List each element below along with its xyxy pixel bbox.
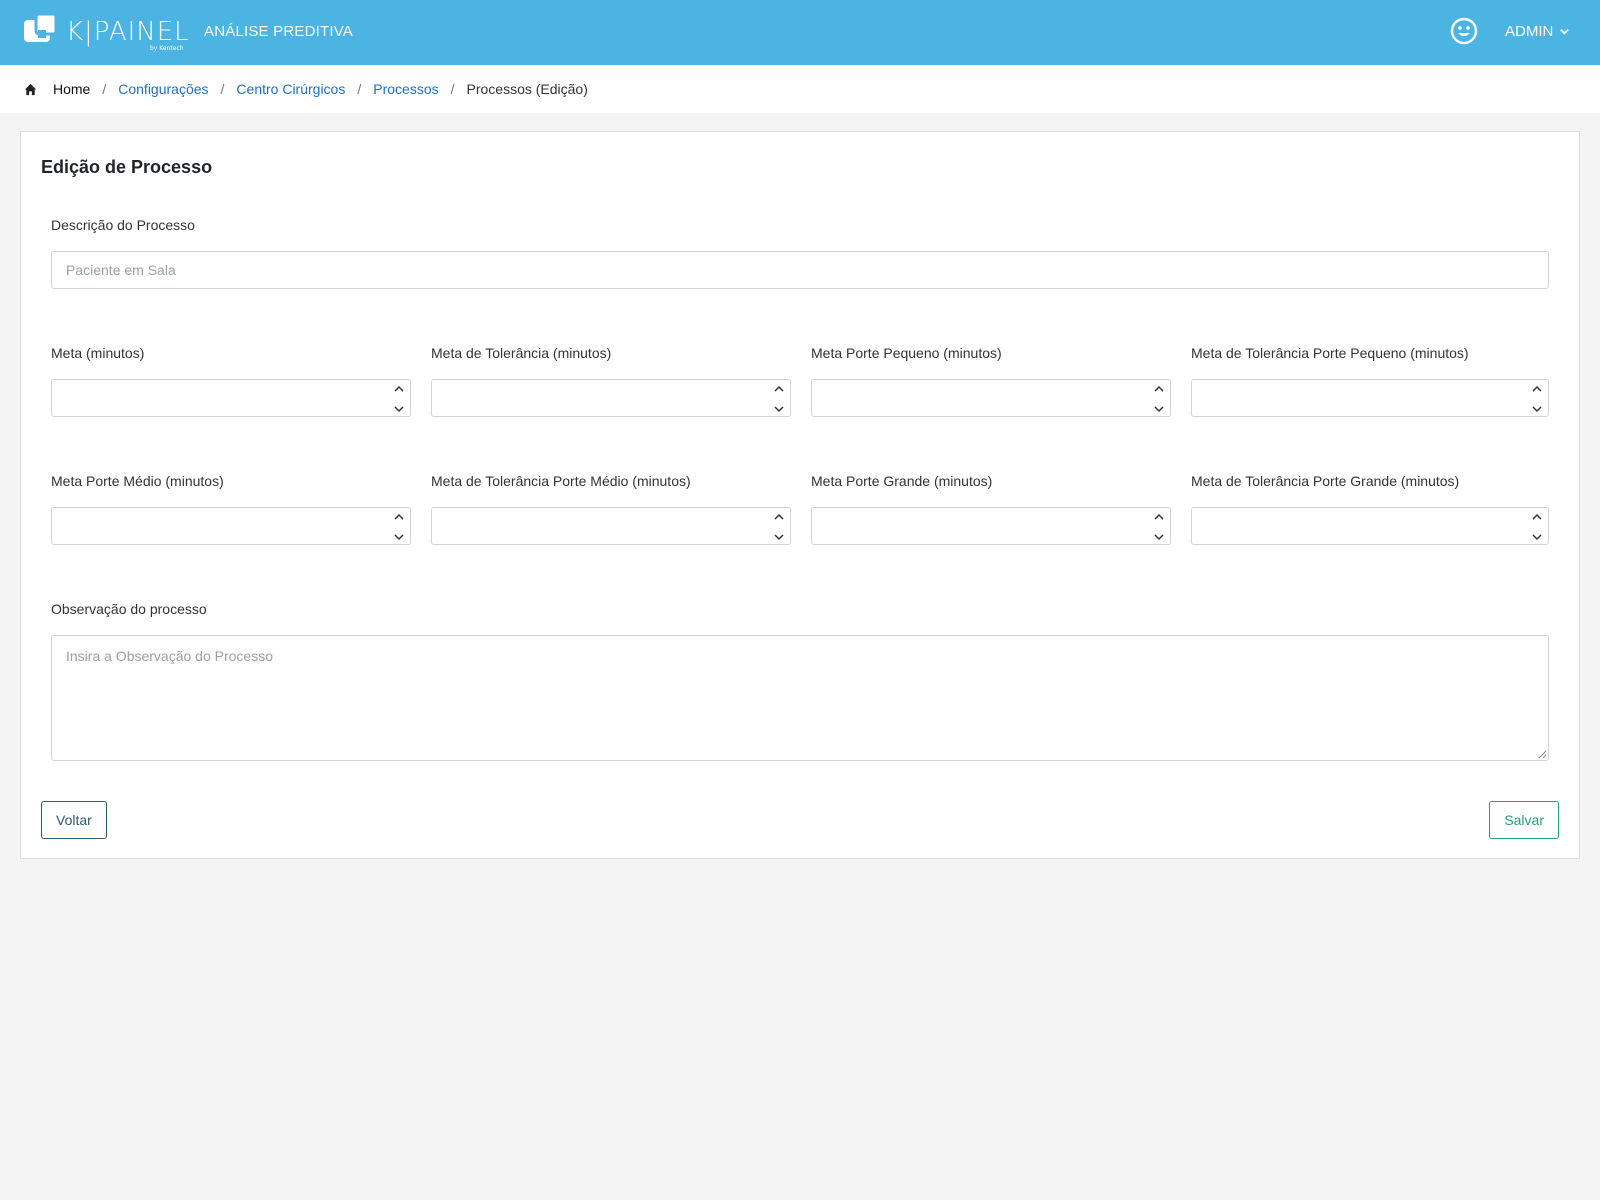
meta-tolerancia-porte-pequeno-label: Meta de Tolerância Porte Pequeno (minuto… xyxy=(1191,345,1469,361)
breadcrumb-current: Processos (Edição) xyxy=(466,81,588,97)
meta-porte-medio-spinner[interactable] xyxy=(394,513,404,541)
meta-porte-pequeno-field xyxy=(811,379,1171,417)
meta-tolerancia-porte-grande-label: Meta de Tolerância Porte Grande (minutos… xyxy=(1191,473,1460,489)
meta-tolerancia-spinner[interactable] xyxy=(774,385,784,413)
meta-tolerancia-porte-grande-field xyxy=(1191,507,1549,545)
chevron-down-icon xyxy=(1560,29,1570,35)
chevron-up-icon[interactable] xyxy=(774,513,784,521)
smiley-face-icon[interactable] xyxy=(1450,17,1478,45)
process-edit-card: Edição de Processo Descrição do Processo… xyxy=(20,131,1580,859)
meta-input[interactable] xyxy=(52,380,410,416)
meta-tolerancia-porte-medio-label: Meta de Tolerância Porte Médio (minutos) xyxy=(431,473,691,489)
meta-tolerancia-porte-medio-input[interactable] xyxy=(432,508,790,544)
chevron-down-icon[interactable] xyxy=(1532,405,1542,413)
meta-tolerancia-porte-pequeno-field xyxy=(1191,379,1549,417)
meta-tolerancia-porte-medio-field xyxy=(431,507,791,545)
meta-tolerancia-field xyxy=(431,379,791,417)
meta-label: Meta (minutos) xyxy=(51,345,145,361)
meta-tolerancia-porte-grande-spinner[interactable] xyxy=(1532,513,1542,541)
chevron-up-icon[interactable] xyxy=(774,385,784,393)
meta-porte-grande-field xyxy=(811,507,1171,545)
description-label: Descrição do Processo xyxy=(51,217,195,233)
breadcrumb-processos[interactable]: Processos xyxy=(373,81,438,97)
breadcrumb-separator: / xyxy=(220,81,225,97)
meta-tolerancia-label: Meta de Tolerância (minutos) xyxy=(431,345,612,361)
chevron-up-icon[interactable] xyxy=(1154,513,1164,521)
meta-tolerancia-porte-pequeno-input[interactable] xyxy=(1192,380,1548,416)
user-name: ADMIN xyxy=(1505,23,1554,40)
page-title: Edição de Processo xyxy=(41,157,213,177)
meta-tolerancia-porte-grande-input[interactable] xyxy=(1192,508,1548,544)
breadcrumb-home[interactable]: Home xyxy=(53,81,90,97)
chevron-up-icon[interactable] xyxy=(394,513,404,521)
resize-grip-icon[interactable] xyxy=(1537,749,1547,759)
meta-porte-medio-field xyxy=(51,507,411,545)
description-input[interactable] xyxy=(52,252,1548,288)
breadcrumb-configuracoes[interactable]: Configurações xyxy=(118,81,208,97)
chevron-down-icon[interactable] xyxy=(394,405,404,413)
app-title: ANÁLISE PREDITIVA xyxy=(204,23,353,40)
meta-porte-grande-label: Meta Porte Grande (minutos) xyxy=(811,473,993,489)
breadcrumb-separator: / xyxy=(102,81,107,97)
chevron-up-icon[interactable] xyxy=(1532,513,1542,521)
home-icon[interactable] xyxy=(24,83,37,96)
save-button[interactable]: Salvar xyxy=(1489,801,1559,839)
observation-textarea[interactable] xyxy=(52,636,1548,760)
logo-text: K|PAINEL xyxy=(66,17,190,47)
chevron-up-icon[interactable] xyxy=(394,385,404,393)
meta-spinner[interactable] xyxy=(394,385,404,413)
meta-field xyxy=(51,379,411,417)
description-field xyxy=(51,251,1549,289)
meta-porte-grande-spinner[interactable] xyxy=(1154,513,1164,541)
chevron-up-icon[interactable] xyxy=(1532,385,1542,393)
meta-porte-pequeno-input[interactable] xyxy=(812,380,1170,416)
observation-field xyxy=(51,635,1549,761)
kpainel-logo[interactable]: K|PAINEL by Kentech xyxy=(22,12,190,54)
observation-label: Observação do processo xyxy=(51,601,207,617)
breadcrumb: Home / Configurações / Centro Cirúrgicos… xyxy=(0,65,1600,113)
meta-tolerancia-input[interactable] xyxy=(432,380,790,416)
breadcrumb-centro-cirurgicos[interactable]: Centro Cirúrgicos xyxy=(236,81,345,97)
meta-porte-pequeno-spinner[interactable] xyxy=(1154,385,1164,413)
logo-subtext: by Kentech xyxy=(150,45,184,52)
chevron-down-icon[interactable] xyxy=(1154,533,1164,541)
back-button[interactable]: Voltar xyxy=(41,801,107,839)
meta-tolerancia-porte-medio-spinner[interactable] xyxy=(774,513,784,541)
breadcrumb-separator: / xyxy=(357,81,362,97)
chevron-down-icon[interactable] xyxy=(394,533,404,541)
chevron-down-icon[interactable] xyxy=(774,405,784,413)
top-bar: K|PAINEL by Kentech ANÁLISE PREDITIVA AD… xyxy=(0,0,1600,65)
meta-tolerancia-porte-pequeno-spinner[interactable] xyxy=(1532,385,1542,413)
user-menu[interactable]: ADMIN xyxy=(1505,23,1570,40)
meta-porte-pequeno-label: Meta Porte Pequeno (minutos) xyxy=(811,345,1002,361)
meta-porte-medio-input[interactable] xyxy=(52,508,410,544)
chevron-up-icon[interactable] xyxy=(1154,385,1164,393)
meta-porte-grande-input[interactable] xyxy=(812,508,1170,544)
breadcrumb-separator: / xyxy=(450,81,455,97)
meta-porte-medio-label: Meta Porte Médio (minutos) xyxy=(51,473,224,489)
chevron-down-icon[interactable] xyxy=(1154,405,1164,413)
chevron-down-icon[interactable] xyxy=(1532,533,1542,541)
chevron-down-icon[interactable] xyxy=(774,533,784,541)
